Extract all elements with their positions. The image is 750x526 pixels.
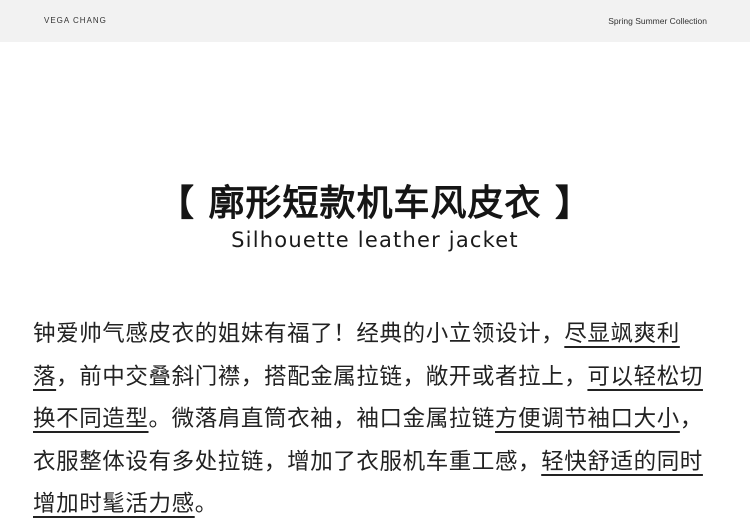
- product-description: 钟爱帅气感皮衣的姐妹有福了！经典的小立领设计，尽显飒爽利落，前中交叠斜门襟，搭配…: [33, 313, 723, 526]
- description-text: 。微落肩直筒衣袖，袖口金属拉链: [148, 406, 496, 432]
- collection-label: Spring Summer Collection: [608, 16, 707, 26]
- description-highlight: 方便调节袖口大小: [495, 406, 680, 432]
- description-text: 钟爱帅气感皮衣的姐妹有福了！经典的小立领设计，: [33, 321, 565, 347]
- brand-name: VEGA CHANG: [44, 16, 107, 25]
- header-bar: VEGA CHANG Spring Summer Collection: [0, 0, 750, 42]
- description-text: ，前中交叠斜门襟，搭配金属拉链，敞开或者拉上，: [56, 363, 588, 390]
- description-text: 。: [194, 491, 218, 517]
- product-subtitle: Silhouette leather jacket: [231, 228, 519, 252]
- product-title: 【 廓形短款机车风皮衣 】: [157, 183, 593, 224]
